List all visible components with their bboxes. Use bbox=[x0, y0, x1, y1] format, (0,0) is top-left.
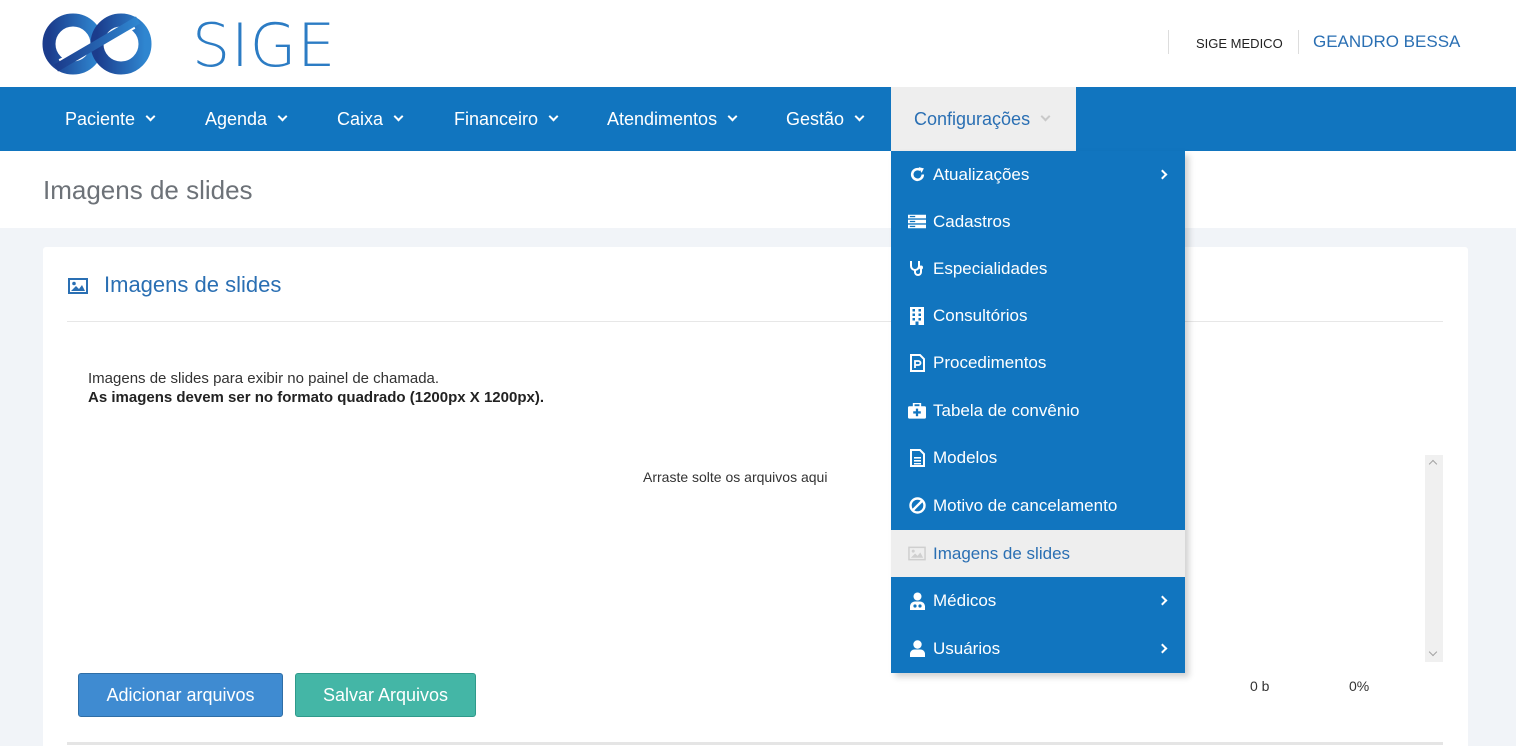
top-header: SIGE SIGE MEDICO GEANDRO BESSA bbox=[0, 0, 1516, 87]
image-icon bbox=[908, 545, 926, 563]
menu-item-label: Cadastros bbox=[933, 211, 1011, 231]
card-divider bbox=[67, 321, 1443, 322]
user-name[interactable]: GEANDRO BESSA bbox=[1313, 32, 1460, 52]
page-title: Imagens de slides bbox=[43, 175, 253, 205]
dropzone-text[interactable]: Arraste solte os arquivos aqui bbox=[643, 469, 827, 485]
document-icon bbox=[908, 448, 926, 467]
file-p-icon bbox=[908, 353, 926, 372]
menu-item-label: Médicos bbox=[933, 590, 997, 610]
menu-item-label: Usuários bbox=[933, 638, 1001, 658]
dropzone-scrollbar[interactable] bbox=[1425, 455, 1443, 662]
nav-label: Agenda bbox=[205, 108, 268, 129]
nav-label: Atendimentos bbox=[607, 108, 718, 129]
chevron-down-icon bbox=[727, 111, 738, 122]
menu-item-label: Modelos bbox=[933, 447, 998, 467]
logo-text: SIGE bbox=[192, 11, 337, 81]
menu-item-cadastros[interactable]: Cadastros bbox=[891, 198, 1185, 245]
chevron-right-icon bbox=[1157, 595, 1168, 606]
stethoscope-icon bbox=[908, 260, 926, 278]
server-icon bbox=[908, 213, 926, 231]
card-format-note: As imagens devem ser no formato quadrado… bbox=[88, 389, 544, 406]
nav-label: Caixa bbox=[337, 108, 384, 129]
scroll-down-icon[interactable] bbox=[1428, 647, 1438, 657]
card-title: Imagens de slides bbox=[104, 272, 282, 297]
nav-label: Paciente bbox=[65, 108, 136, 129]
scroll-up-icon[interactable] bbox=[1428, 459, 1438, 469]
infinity-logo-icon bbox=[42, 13, 152, 75]
chevron-down-icon bbox=[393, 111, 404, 122]
nav-item-gestao[interactable]: Gestão bbox=[786, 87, 865, 151]
menu-item-tabela-convenio[interactable]: Tabela de convênio bbox=[891, 387, 1185, 434]
header-separator bbox=[1298, 30, 1299, 54]
doctor-icon bbox=[908, 592, 926, 610]
nav-label: Financeiro bbox=[454, 108, 539, 129]
menu-item-consultorios[interactable]: Consultórios bbox=[891, 292, 1185, 339]
menu-item-label: Especialidades bbox=[933, 258, 1048, 278]
sige-logo[interactable]: SIGE bbox=[42, 10, 335, 80]
menu-item-medicos[interactable]: Médicos bbox=[891, 577, 1185, 624]
company-name[interactable]: SIGE MEDICO bbox=[1196, 36, 1283, 51]
upload-progress: 0% bbox=[1349, 678, 1370, 694]
menu-item-label: Procedimentos bbox=[933, 352, 1047, 372]
menu-item-label: Atualizações bbox=[933, 164, 1030, 184]
main-navbar: Paciente Agenda Caixa Financeiro Atendim… bbox=[0, 87, 1516, 151]
menu-item-motivo-cancelamento[interactable]: Motivo de cancelamento bbox=[891, 482, 1185, 529]
card-bottom-divider bbox=[67, 742, 1443, 745]
chevron-down-icon bbox=[1040, 111, 1051, 122]
nav-label: Configurações bbox=[914, 108, 1031, 129]
nav-item-caixa[interactable]: Caixa bbox=[337, 87, 404, 151]
menu-item-label: Motivo de cancelamento bbox=[933, 495, 1118, 515]
image-icon bbox=[68, 278, 88, 294]
nav-item-financeiro[interactable]: Financeiro bbox=[454, 87, 559, 151]
chevron-down-icon bbox=[548, 111, 559, 122]
menu-item-atualizacoes[interactable]: Atualizações bbox=[891, 151, 1185, 198]
user-icon bbox=[908, 640, 926, 658]
total-size: 0 b bbox=[1250, 678, 1270, 694]
nav-item-configuracoes[interactable]: Configurações bbox=[891, 87, 1076, 151]
header-separator bbox=[1168, 30, 1169, 54]
ban-icon bbox=[908, 497, 926, 515]
chevron-down-icon bbox=[145, 111, 156, 122]
nav-item-paciente[interactable]: Paciente bbox=[65, 87, 156, 151]
menu-item-modelos[interactable]: Modelos bbox=[891, 434, 1185, 481]
refresh-icon bbox=[908, 166, 926, 184]
menu-item-imagens-slides[interactable]: Imagens de slides bbox=[891, 530, 1185, 577]
menu-item-procedimentos[interactable]: Procedimentos bbox=[891, 339, 1185, 386]
nav-label: Gestão bbox=[786, 108, 845, 129]
chevron-right-icon bbox=[1157, 643, 1168, 654]
card-description: Imagens de slides para exibir no painel … bbox=[88, 370, 440, 387]
menu-item-label: Consultórios bbox=[933, 305, 1028, 325]
nav-item-atendimentos[interactable]: Atendimentos bbox=[607, 87, 738, 151]
chevron-down-icon bbox=[854, 111, 865, 122]
menu-item-especialidades[interactable]: Especialidades bbox=[891, 245, 1185, 292]
nav-item-agenda[interactable]: Agenda bbox=[205, 87, 288, 151]
menu-item-usuarios[interactable]: Usuários bbox=[891, 625, 1185, 672]
add-files-button[interactable]: Adicionar arquivos bbox=[78, 673, 283, 717]
menu-item-label: Tabela de convênio bbox=[933, 400, 1080, 420]
building-icon bbox=[908, 306, 926, 325]
chevron-down-icon bbox=[277, 111, 288, 122]
medkit-icon bbox=[908, 402, 926, 420]
configuracoes-dropdown: Atualizações Cadastros Especialidades Co… bbox=[891, 151, 1185, 673]
menu-item-label: Imagens de slides bbox=[933, 543, 1071, 563]
save-files-button[interactable]: Salvar Arquivos bbox=[295, 673, 476, 717]
chevron-right-icon bbox=[1157, 169, 1168, 180]
